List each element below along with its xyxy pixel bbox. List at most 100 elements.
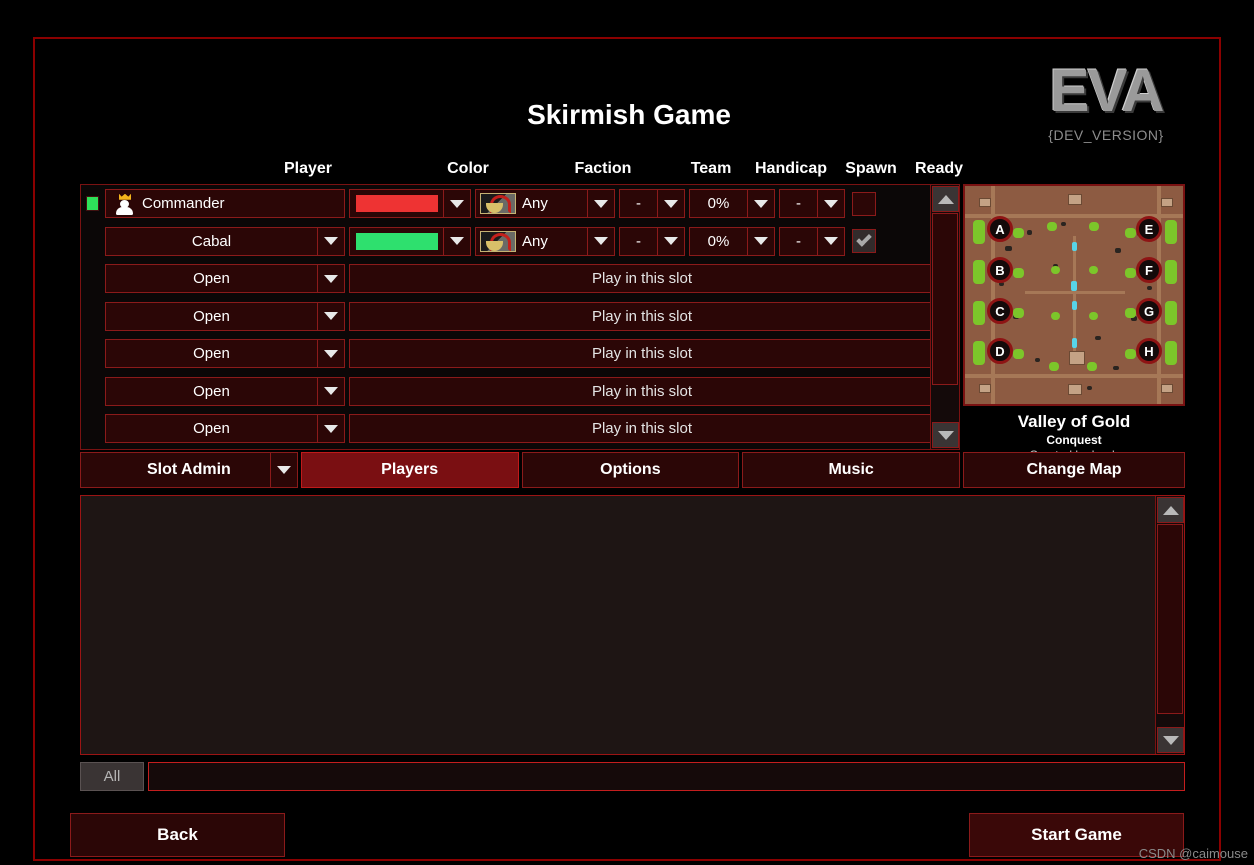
ping-indicator (86, 234, 99, 249)
scrollbar-track[interactable] (932, 213, 958, 421)
slot-state-select[interactable]: Open (105, 414, 345, 444)
map-name-label: Valley of Gold (1017, 412, 1131, 431)
back-label: Back (157, 825, 198, 844)
arrow-down-icon (937, 430, 954, 440)
handicap-select[interactable]: 0% (689, 226, 775, 256)
chevron-down-icon[interactable] (747, 227, 774, 255)
spawn-marker-a[interactable]: A (987, 216, 1013, 242)
ping-indicator (86, 196, 99, 212)
chevron-down-icon[interactable] (317, 227, 344, 255)
chevron-down-icon[interactable] (269, 453, 297, 487)
arrow-up-icon (937, 194, 954, 204)
spawn-marker-b[interactable]: B (987, 257, 1013, 283)
slot-state-select[interactable]: Open (105, 264, 345, 294)
slot-state-select[interactable]: Open (105, 376, 345, 406)
team-select[interactable]: - (619, 189, 685, 219)
chevron-down-icon[interactable] (317, 340, 344, 368)
back-button[interactable]: Back (70, 813, 285, 857)
team-value: - (636, 232, 641, 250)
slot-admin-dropdown[interactable]: Slot Admin (80, 452, 298, 488)
scroll-down-button[interactable] (932, 422, 959, 448)
chat-bar: All (80, 762, 1185, 791)
header-spawn: Spawn (845, 160, 897, 177)
scroll-up-button[interactable] (932, 186, 959, 212)
chevron-down-icon[interactable] (817, 227, 844, 255)
slot-state-select[interactable]: Open (105, 301, 345, 331)
tab-players[interactable]: Players (300, 452, 519, 488)
spawn-select[interactable]: - (779, 189, 845, 219)
header-player: Player (283, 160, 333, 177)
scroll-up-button[interactable] (1157, 497, 1184, 523)
faction-select[interactable]: Any (475, 189, 615, 219)
chevron-down-icon[interactable] (443, 227, 470, 255)
watermark-text: CSDN @caimouse (1138, 846, 1248, 861)
scroll-down-button[interactable] (1157, 727, 1184, 753)
play-in-this-slot-button[interactable]: Play in this slot (349, 301, 935, 331)
ready-checkbox[interactable] (850, 229, 878, 254)
play-in-this-slot-button[interactable]: Play in this slot (349, 376, 935, 406)
scrollbar-thumb[interactable] (932, 213, 958, 385)
spawn-select[interactable]: - (779, 226, 845, 256)
chevron-down-icon[interactable] (657, 190, 684, 218)
handicap-select[interactable]: 0% (689, 189, 775, 219)
tab-music[interactable]: Music (742, 452, 960, 488)
chevron-down-icon[interactable] (587, 190, 614, 218)
slot-state-label: Open (193, 382, 230, 400)
play-slot-label: Play in this slot (591, 382, 693, 400)
chevron-down-icon[interactable] (443, 190, 470, 218)
faction-select[interactable]: Any (475, 226, 615, 256)
slot-admin-label: Slot Admin (146, 461, 231, 478)
player-name-label: Commander (142, 195, 225, 213)
team-select[interactable]: - (619, 226, 685, 256)
color-select[interactable] (349, 226, 471, 256)
tab-label: Music (828, 461, 874, 478)
faction-any-icon (480, 193, 516, 215)
chevron-down-icon[interactable] (317, 377, 344, 405)
table-row: Open Play in this slot (81, 260, 959, 298)
chevron-down-icon[interactable] (317, 265, 344, 293)
spawn-marker-d[interactable]: D (987, 338, 1013, 364)
scrollbar-thumb[interactable] (1157, 524, 1183, 714)
chevron-down-icon[interactable] (317, 415, 344, 443)
tab-label: Players (381, 461, 439, 478)
tab-options[interactable]: Options (521, 452, 740, 488)
checkmark-icon (856, 231, 872, 248)
color-swatch (356, 195, 438, 213)
spawn-marker-f[interactable]: F (1136, 257, 1162, 283)
chevron-down-icon[interactable] (747, 190, 774, 218)
play-slot-label: Play in this slot (591, 345, 693, 363)
player-name-cell[interactable]: Commander (105, 189, 345, 219)
spawn-marker-h[interactable]: H (1136, 338, 1162, 364)
spawn-marker-c[interactable]: C (987, 298, 1013, 324)
ready-checkbox-box (852, 191, 876, 216)
chevron-down-icon[interactable] (817, 190, 844, 218)
chat-scope-button[interactable]: All (80, 762, 144, 791)
chat-input[interactable] (148, 762, 1185, 791)
start-game-label: Start Game (1031, 825, 1122, 844)
color-swatch (356, 232, 438, 250)
slot-state-label: Open (193, 307, 230, 325)
play-in-this-slot-button[interactable]: Play in this slot (349, 339, 935, 369)
player-list-scrollbar[interactable] (930, 185, 959, 449)
player-name-cell[interactable]: Cabal (105, 226, 345, 256)
color-select[interactable] (349, 189, 471, 219)
scrollbar-track[interactable] (1157, 524, 1183, 726)
table-row: Commander Any - 0% - (81, 185, 959, 223)
slot-state-select[interactable]: Open (105, 339, 345, 369)
chevron-down-icon[interactable] (317, 302, 344, 330)
ready-checkbox[interactable] (850, 191, 878, 216)
play-in-this-slot-button[interactable]: Play in this slot (349, 414, 935, 444)
play-slot-label: Play in this slot (591, 307, 693, 325)
chevron-down-icon[interactable] (657, 227, 684, 255)
chevron-down-icon[interactable] (587, 227, 614, 255)
map-preview-image[interactable]: A B C D E F G H (963, 184, 1185, 406)
faction-any-icon (480, 230, 516, 252)
spawn-value: - (796, 232, 801, 250)
change-map-button[interactable]: Change Map (963, 452, 1185, 488)
chat-scope-label: All (103, 768, 121, 785)
spawn-marker-e[interactable]: E (1136, 216, 1162, 242)
spawn-marker-g[interactable]: G (1136, 298, 1162, 324)
chat-log-scrollbar[interactable] (1155, 496, 1184, 754)
app-root: EVA {DEV_VERSION} Skirmish Game Player C… (0, 0, 1254, 865)
play-in-this-slot-button[interactable]: Play in this slot (349, 264, 935, 294)
